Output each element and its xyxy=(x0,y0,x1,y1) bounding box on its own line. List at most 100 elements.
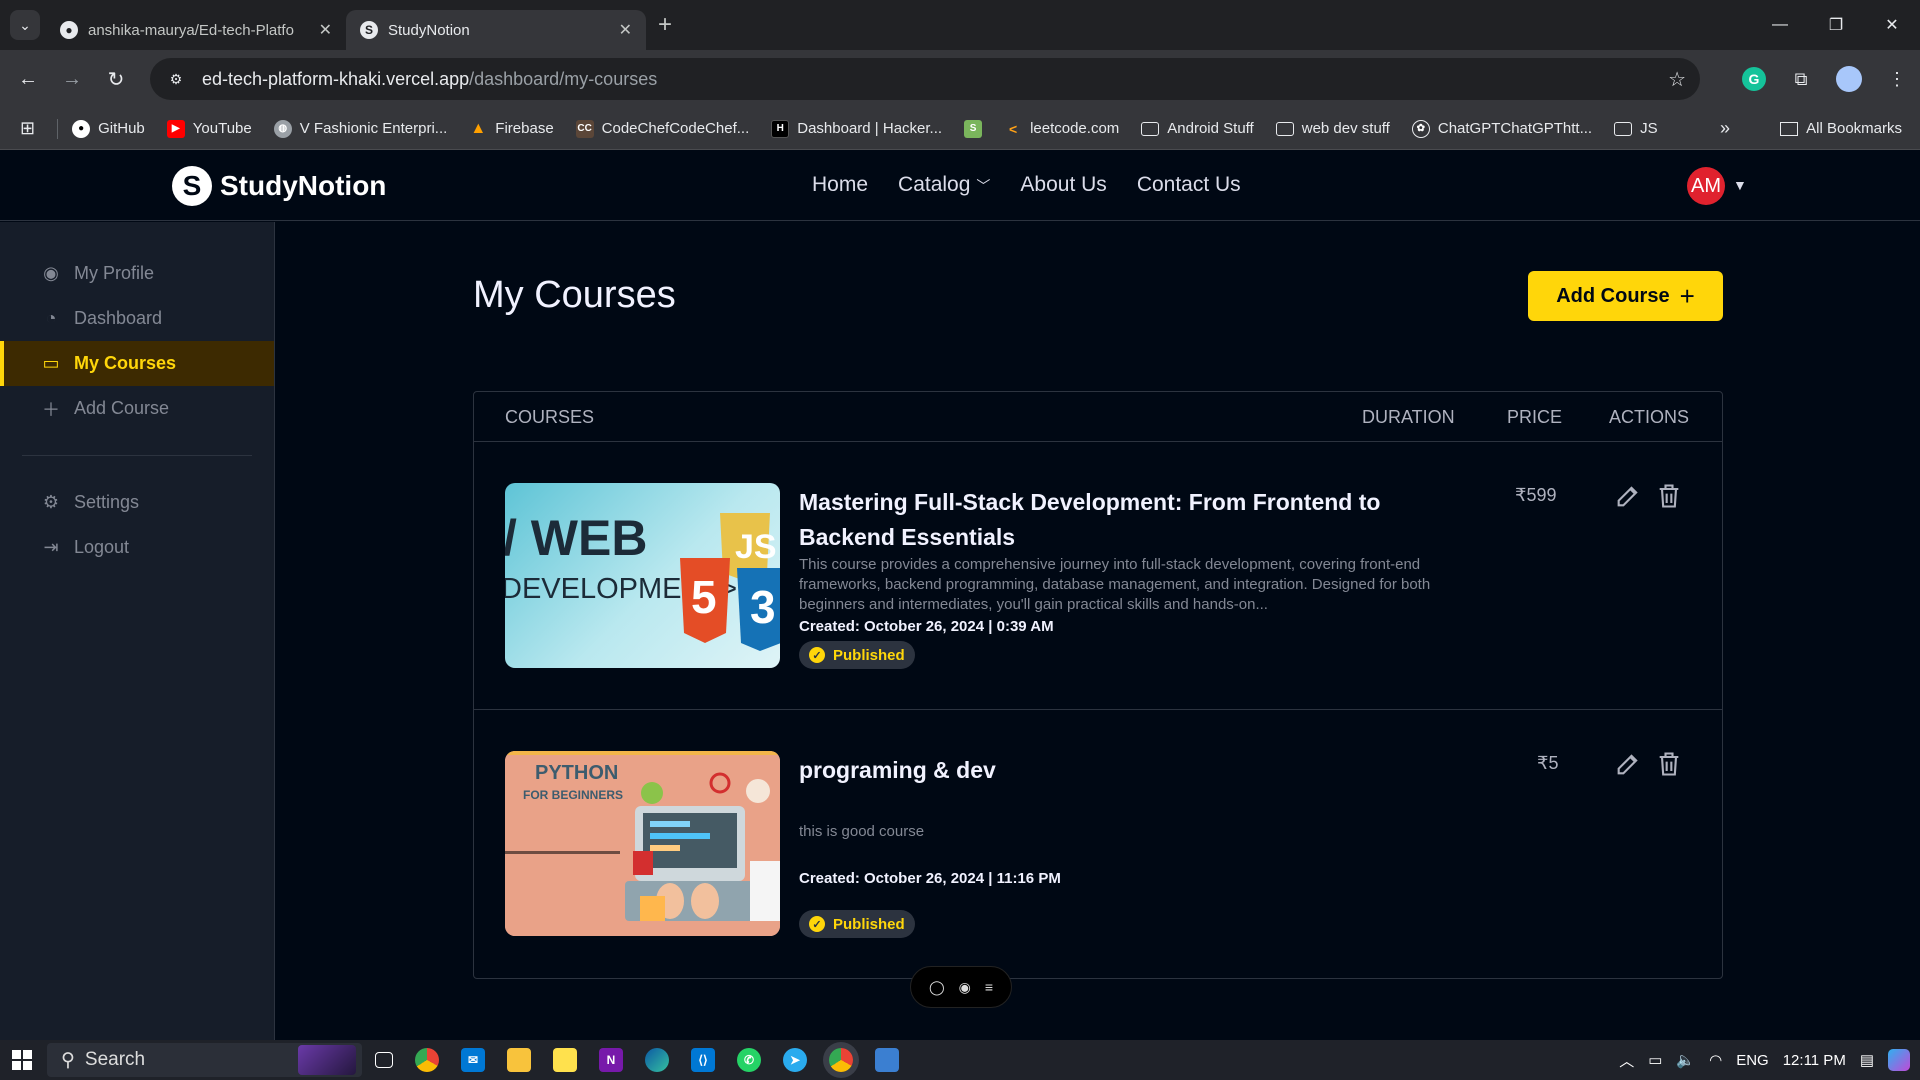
comment-icon[interactable]: ◯ xyxy=(929,979,945,996)
course-created-date: Created: October 26, 2024 | 0:39 AM xyxy=(799,618,1054,635)
sidebar-item-dashboard[interactable]: ◔ Dashboard xyxy=(0,296,274,341)
caret-down-icon[interactable]: ▼ xyxy=(1733,177,1747,193)
extensions-icon[interactable]: ⧉ xyxy=(1788,66,1814,92)
sidebar-item-my-profile[interactable]: ◉ My Profile xyxy=(0,251,274,296)
chevron-down-icon: ﹀ xyxy=(976,178,991,194)
bookmark-separator xyxy=(57,118,59,139)
bookmark-github[interactable]: ● GitHub xyxy=(72,119,145,138)
profile-avatar-icon[interactable] xyxy=(1836,66,1862,92)
bookmark-vfashionic[interactable]: ◍ V Fashionic Enterpri... xyxy=(273,119,447,138)
check-circle-icon: ✓ xyxy=(809,916,825,932)
taskbar-apps: ✉ N ⟨⟩ ✆ ➤ xyxy=(375,1040,899,1080)
svg-text:FOR BEGINNERS: FOR BEGINNERS xyxy=(523,788,623,802)
back-icon[interactable]: ← xyxy=(6,68,50,91)
user-avatar[interactable]: AM xyxy=(1687,167,1725,205)
minimize-icon[interactable]: — xyxy=(1752,16,1808,34)
close-tab-icon[interactable]: ✕ xyxy=(319,20,332,40)
vscode-icon[interactable]: ⟨⟩ xyxy=(691,1048,715,1072)
bookmark-folder-android[interactable]: Android Stuff xyxy=(1141,120,1254,137)
task-view-icon[interactable] xyxy=(375,1052,393,1068)
edge-icon[interactable] xyxy=(645,1048,669,1072)
forward-icon[interactable]: → xyxy=(50,68,94,91)
gauge-icon: ◔ xyxy=(45,308,57,328)
volume-icon[interactable]: 🔈 xyxy=(1676,1051,1695,1069)
studynotion-icon: S xyxy=(360,21,378,39)
browser-tab-active[interactable]: S StudyNotion ✕ xyxy=(346,10,646,50)
chevron-up-icon[interactable]: ︿ xyxy=(1619,1050,1634,1071)
eye-icon[interactable]: ◉ xyxy=(959,979,971,996)
bookmark-chatgpt[interactable]: ✿ ChatGPTChatGPThtt... xyxy=(1411,119,1592,138)
copilot-icon[interactable] xyxy=(1888,1049,1910,1071)
grammarly-icon[interactable]: G xyxy=(1742,67,1766,91)
language-indicator[interactable]: ENG xyxy=(1736,1052,1769,1069)
bookmark-folder-js[interactable]: JS xyxy=(1614,120,1658,137)
chrome-icon[interactable] xyxy=(415,1048,439,1072)
new-tab-button[interactable]: + xyxy=(658,11,672,39)
tab-search-button[interactable]: ⌄ xyxy=(10,10,40,40)
add-course-button[interactable]: Add Course + xyxy=(1528,271,1723,321)
taskbar-search[interactable]: ⚲ Search xyxy=(47,1043,362,1077)
reload-icon[interactable]: ↻ xyxy=(94,67,138,92)
bookmark-leetcode[interactable]: < leetcode.com xyxy=(1004,120,1119,138)
notifications-icon[interactable]: ▤ xyxy=(1860,1051,1874,1069)
nav-about[interactable]: About Us xyxy=(1020,173,1106,197)
column-header: DURATION xyxy=(1362,407,1455,427)
browser-tab[interactable]: ● anshika-maurya/Ed-tech-Platfo ✕ xyxy=(46,10,346,50)
bookmark-folder-webdev[interactable]: web dev stuff xyxy=(1275,120,1390,137)
bookmark-shopify[interactable]: S xyxy=(964,119,983,138)
mail-icon[interactable]: ✉ xyxy=(461,1048,485,1072)
sticky-notes-icon[interactable] xyxy=(553,1048,577,1072)
onenote-icon[interactable]: N xyxy=(599,1048,623,1072)
kebab-menu-icon[interactable]: ⋮ xyxy=(1884,66,1910,92)
site-info-icon[interactable]: ⚙ xyxy=(164,67,188,91)
app-navbar: S StudyNotion Home Catalog ﹀ About Us Con… xyxy=(0,151,1920,221)
whatsapp-icon[interactable]: ✆ xyxy=(737,1048,761,1072)
bookmark-youtube[interactable]: ▶ YouTube xyxy=(166,119,252,138)
chrome-active-icon[interactable] xyxy=(829,1048,853,1072)
monitor-icon: ▭ xyxy=(42,353,60,373)
nav-contact[interactable]: Contact Us xyxy=(1137,173,1241,197)
sidebar-item-add-course[interactable]: ＋ Add Course xyxy=(0,386,274,431)
file-explorer-icon[interactable] xyxy=(507,1048,531,1072)
course-title[interactable]: programing & dev xyxy=(799,753,1479,788)
clock[interactable]: 12:11 PM xyxy=(1783,1052,1846,1069)
sidebar-item-settings[interactable]: ⚙ Settings xyxy=(0,480,274,525)
wifi-icon[interactable]: ◠ xyxy=(1709,1051,1722,1069)
bookmark-star-icon[interactable]: ☆ xyxy=(1668,67,1686,92)
leetcode-icon: < xyxy=(1008,120,1018,137)
edit-pencil-icon[interactable] xyxy=(1614,750,1642,778)
nav-home[interactable]: Home xyxy=(812,173,868,197)
trash-icon[interactable] xyxy=(1655,750,1683,778)
apps-grid-icon[interactable]: ⊞ xyxy=(20,118,35,139)
restore-icon[interactable]: ❐ xyxy=(1808,15,1864,35)
close-window-icon[interactable]: ✕ xyxy=(1864,15,1920,35)
bookmark-hackerrank[interactable]: H Dashboard | Hacker... xyxy=(771,119,942,138)
folder-icon xyxy=(1275,121,1294,136)
studynotion-logo[interactable]: S StudyNotion xyxy=(172,166,386,206)
more-bookmarks-chevron-icon[interactable]: » xyxy=(1720,118,1730,139)
sidebar-item-label: Dashboard xyxy=(74,308,163,328)
nav-catalog[interactable]: Catalog ﹀ xyxy=(898,173,990,197)
table-header: COURSES DURATION PRICE ACTIONS xyxy=(474,392,1722,442)
sidebar-item-logout[interactable]: ⇥ Logout xyxy=(0,525,274,570)
url-path: /dashboard/my-courses xyxy=(469,68,658,89)
python-thumbnail-art: PYTHON FOR BEGINNERS xyxy=(505,751,780,936)
menu-lines-icon[interactable]: ≡ xyxy=(985,979,993,995)
windows-start-icon[interactable] xyxy=(0,1040,44,1080)
telegram-icon[interactable]: ➤ xyxy=(783,1048,807,1072)
course-title[interactable]: Mastering Full-Stack Development: From F… xyxy=(799,485,1479,555)
battery-icon[interactable]: ▭ xyxy=(1648,1051,1662,1069)
search-icon: ⚲ xyxy=(61,1049,75,1071)
sidebar-item-my-courses[interactable]: ▭ My Courses xyxy=(0,341,274,386)
bookmark-codechef[interactable]: CC CodeChefCodeChef... xyxy=(575,119,749,138)
address-bar[interactable]: ⚙ ed-tech-platform-khaki.vercel.app/dash… xyxy=(150,58,1700,100)
course-thumbnail: PYTHON FOR BEGINNERS xyxy=(505,751,780,936)
close-tab-icon[interactable]: ✕ xyxy=(619,20,632,40)
table-row: PYTHON FOR BEGINNERS programing & dev th… xyxy=(474,710,1722,978)
bookmark-firebase[interactable]: ▲ Firebase xyxy=(469,120,553,138)
web-dev-thumbnail-art: / WEB DEVELOPMENT> JS 5 3 xyxy=(505,510,780,651)
trash-icon[interactable] xyxy=(1655,482,1683,510)
photo-app-icon[interactable] xyxy=(875,1048,899,1072)
edit-pencil-icon[interactable] xyxy=(1614,482,1642,510)
all-bookmarks[interactable]: All Bookmarks xyxy=(1780,120,1902,137)
